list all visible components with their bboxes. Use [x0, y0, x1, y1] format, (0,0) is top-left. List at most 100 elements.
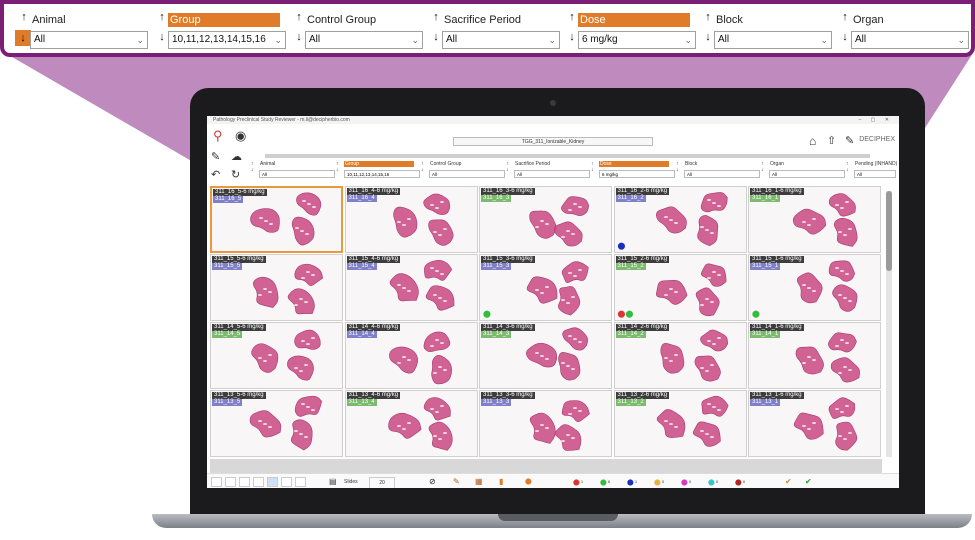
sort-arrows[interactable]: ↑ ↓	[702, 12, 714, 46]
sort-arrows[interactable]: ↑ ↓	[156, 12, 168, 46]
edit-icon[interactable]: ✎	[845, 134, 854, 148]
page-square[interactable]	[225, 477, 236, 487]
map-pin-icon[interactable]: ⬤	[735, 480, 742, 486]
search-zoom-icon[interactable]: ⚲	[213, 129, 223, 143]
pin-count[interactable]: ⬤ 0	[735, 477, 745, 488]
map-pin-icon[interactable]: ⬤	[618, 243, 626, 250]
block-icon[interactable]: ⊘	[429, 477, 436, 487]
map-pin-icon[interactable]: ⬤	[681, 480, 688, 486]
sort-arrows[interactable]: ↑ ↓	[421, 161, 424, 173]
zoom-filter-select[interactable]: All ⌄	[714, 31, 832, 49]
sort-arrows[interactable]: ↑ ↓	[15, 12, 31, 46]
slide-tile[interactable]: 311_14_4-6 mg/kg 311_14_4	[344, 322, 478, 389]
slide-tile[interactable]: 311_13_3-6 mg/kg 311_13_3	[479, 390, 612, 457]
window-controls[interactable]: – ▢ ✕	[859, 116, 893, 124]
zoom-filter-select[interactable]: All ⌄	[305, 31, 423, 49]
screen-filter-select[interactable]: All	[259, 170, 335, 178]
export-icon[interactable]: ⇧	[827, 134, 836, 148]
map-pin-icon[interactable]: ⬤	[483, 311, 491, 318]
slide-tile[interactable]: 311_16_3-6 mg/kg 311_16_3	[479, 186, 612, 253]
sort-arrows[interactable]: ↑ ↓	[293, 12, 305, 46]
grid-icon[interactable]: ▦	[475, 477, 483, 487]
sort-up-icon[interactable]: ↑	[156, 12, 168, 23]
sort-arrows[interactable]: ↑ ↓	[839, 12, 851, 46]
slide-tile[interactable]: 311_16_1-6 mg/kg 311_16_1	[748, 186, 881, 253]
cloud-download-icon[interactable]: ☁	[231, 150, 242, 164]
pin-count[interactable]: ⬤ 0	[708, 477, 718, 488]
screen-filter-select[interactable]: All	[854, 170, 896, 178]
slide-tile[interactable]: 311_15_1-6 mg/kg 311_15_1 ⬤	[748, 254, 881, 321]
zoom-filter-select[interactable]: 10,11,12,13,14,15,16 ⌄	[168, 31, 286, 49]
sort-down-icon[interactable]: ↓	[430, 32, 442, 43]
info-icon[interactable]: ▮	[499, 477, 503, 487]
sort-arrows[interactable]: ↑ ↓	[566, 12, 578, 46]
map-pin-icon[interactable]: ⬤	[627, 480, 634, 486]
sort-arrows[interactable]: ↑ ↓	[591, 161, 594, 173]
pin-count[interactable]: ⬤ 6	[600, 477, 610, 488]
sort-arrows[interactable]: ↑ ↓	[846, 161, 849, 173]
slide-tile[interactable]: 311_13_5-6 mg/kg 311_13_5	[210, 390, 343, 457]
slide-tile[interactable]: 311_14_2-6 mg/kg 311_14_2	[613, 322, 747, 389]
sort-arrows[interactable]: ↑ ↓	[251, 161, 254, 173]
sort-up-icon[interactable]: ↑	[839, 12, 851, 23]
sort-up-icon[interactable]: ↑	[566, 12, 578, 23]
page-square[interactable]	[267, 477, 278, 487]
slide-tile[interactable]: 311_15_3-6 mg/kg 311_15_3 ⬤	[479, 254, 612, 321]
vertical-scrollbar-thumb[interactable]	[886, 191, 892, 271]
sort-arrows[interactable]: ↑ ↓	[676, 161, 679, 173]
slide-tile[interactable]: 311_13_1-6 mg/kg 311_13_1	[748, 390, 881, 457]
check-circle-icon[interactable]: ✔	[805, 477, 812, 487]
pin-count[interactable]: ⬤ 0	[681, 477, 691, 488]
sort-up-icon[interactable]: ↑	[18, 12, 30, 23]
page-square[interactable]	[253, 477, 264, 487]
study-name-field[interactable]: TGG_311_Ionizable_Kidney	[453, 137, 653, 146]
page-square[interactable]	[239, 477, 250, 487]
slide-tile[interactable]: 311_15_2-6 mg/kg 311_15_2 ⬤ ⬤	[613, 254, 747, 321]
screen-filter-select[interactable]: 6 mg/kg	[599, 170, 675, 178]
sort-arrows[interactable]: ↑ ↓	[506, 161, 509, 173]
map-pin-icon[interactable]: ⬤	[654, 480, 661, 486]
map-pin-icon[interactable]: ⬤	[708, 480, 715, 486]
slide-tile[interactable]: 311_16_2-6 mg/kg 311_16_2 ⬤	[613, 186, 747, 253]
screen-filter-select[interactable]: All	[769, 170, 845, 178]
zoom-filter-select[interactable]: All ⌄	[30, 31, 148, 49]
home-icon[interactable]: ⌂	[809, 134, 816, 148]
map-pin-icon[interactable]: ⬤	[600, 480, 607, 486]
sort-down-icon[interactable]: ↓	[839, 32, 851, 43]
annotate-icon[interactable]: ✎	[453, 477, 460, 487]
sort-arrows[interactable]: ↑ ↓	[761, 161, 764, 173]
slide-tile[interactable]: 311_16_5-6 mg/kg 311_16_5	[210, 186, 343, 253]
zoom-filter-select[interactable]: All ⌄	[851, 31, 969, 49]
screen-filter-select[interactable]: 10,11,12,13,14,15,16	[344, 170, 420, 178]
sort-arrows[interactable]: ↑ ↓	[430, 12, 442, 46]
slide-tile[interactable]: 311_14_3-6 mg/kg 311_14_3	[479, 322, 612, 389]
notes-icon[interactable]: ✎	[211, 150, 220, 164]
map-pin-icon[interactable]: ⬤	[573, 480, 580, 486]
slide-tile[interactable]: 311_16_4-6 mg/kg 311_16_4	[344, 186, 478, 253]
undo-icon[interactable]: ↶	[211, 168, 220, 182]
screen-filter-select[interactable]: All	[514, 170, 590, 178]
sort-down-icon[interactable]: ↓	[293, 32, 305, 43]
check-circle-icon[interactable]: ✔	[785, 477, 792, 487]
sort-down-icon[interactable]: ↓	[566, 32, 578, 43]
page-square[interactable]	[211, 477, 222, 487]
screen-filter-select[interactable]: All	[684, 170, 760, 178]
sort-down-active-icon[interactable]: ↓	[15, 30, 31, 46]
eye-icon[interactable]: ◉	[235, 129, 246, 143]
sort-up-icon[interactable]: ↑	[702, 12, 714, 23]
map-pin-icon[interactable]: ⬤	[626, 311, 634, 318]
slide-tile[interactable]: 311_15_5-6 mg/kg 311_15_5	[210, 254, 343, 321]
pin-count[interactable]: ⬤ 1	[627, 477, 637, 488]
sort-up-icon[interactable]: ↑	[293, 12, 305, 23]
location-icon[interactable]: ⬤	[525, 477, 532, 487]
slide-tile[interactable]: 311_14_1-6 mg/kg 311_14_1	[748, 322, 881, 389]
sort-up-icon[interactable]: ↑	[430, 12, 442, 23]
pin-count[interactable]: ⬤ 0	[654, 477, 664, 488]
pin-count[interactable]: ⬤ 1	[573, 477, 583, 488]
chevron-down-icon[interactable]: ⌄	[957, 32, 965, 48]
page-square[interactable]	[281, 477, 292, 487]
sort-down-icon[interactable]: ↓	[702, 32, 714, 43]
screen-filter-select[interactable]: All	[429, 170, 505, 178]
page-square[interactable]	[295, 477, 306, 487]
slide-tile[interactable]: 311_13_2-6 mg/kg 311_13_2	[613, 390, 747, 457]
